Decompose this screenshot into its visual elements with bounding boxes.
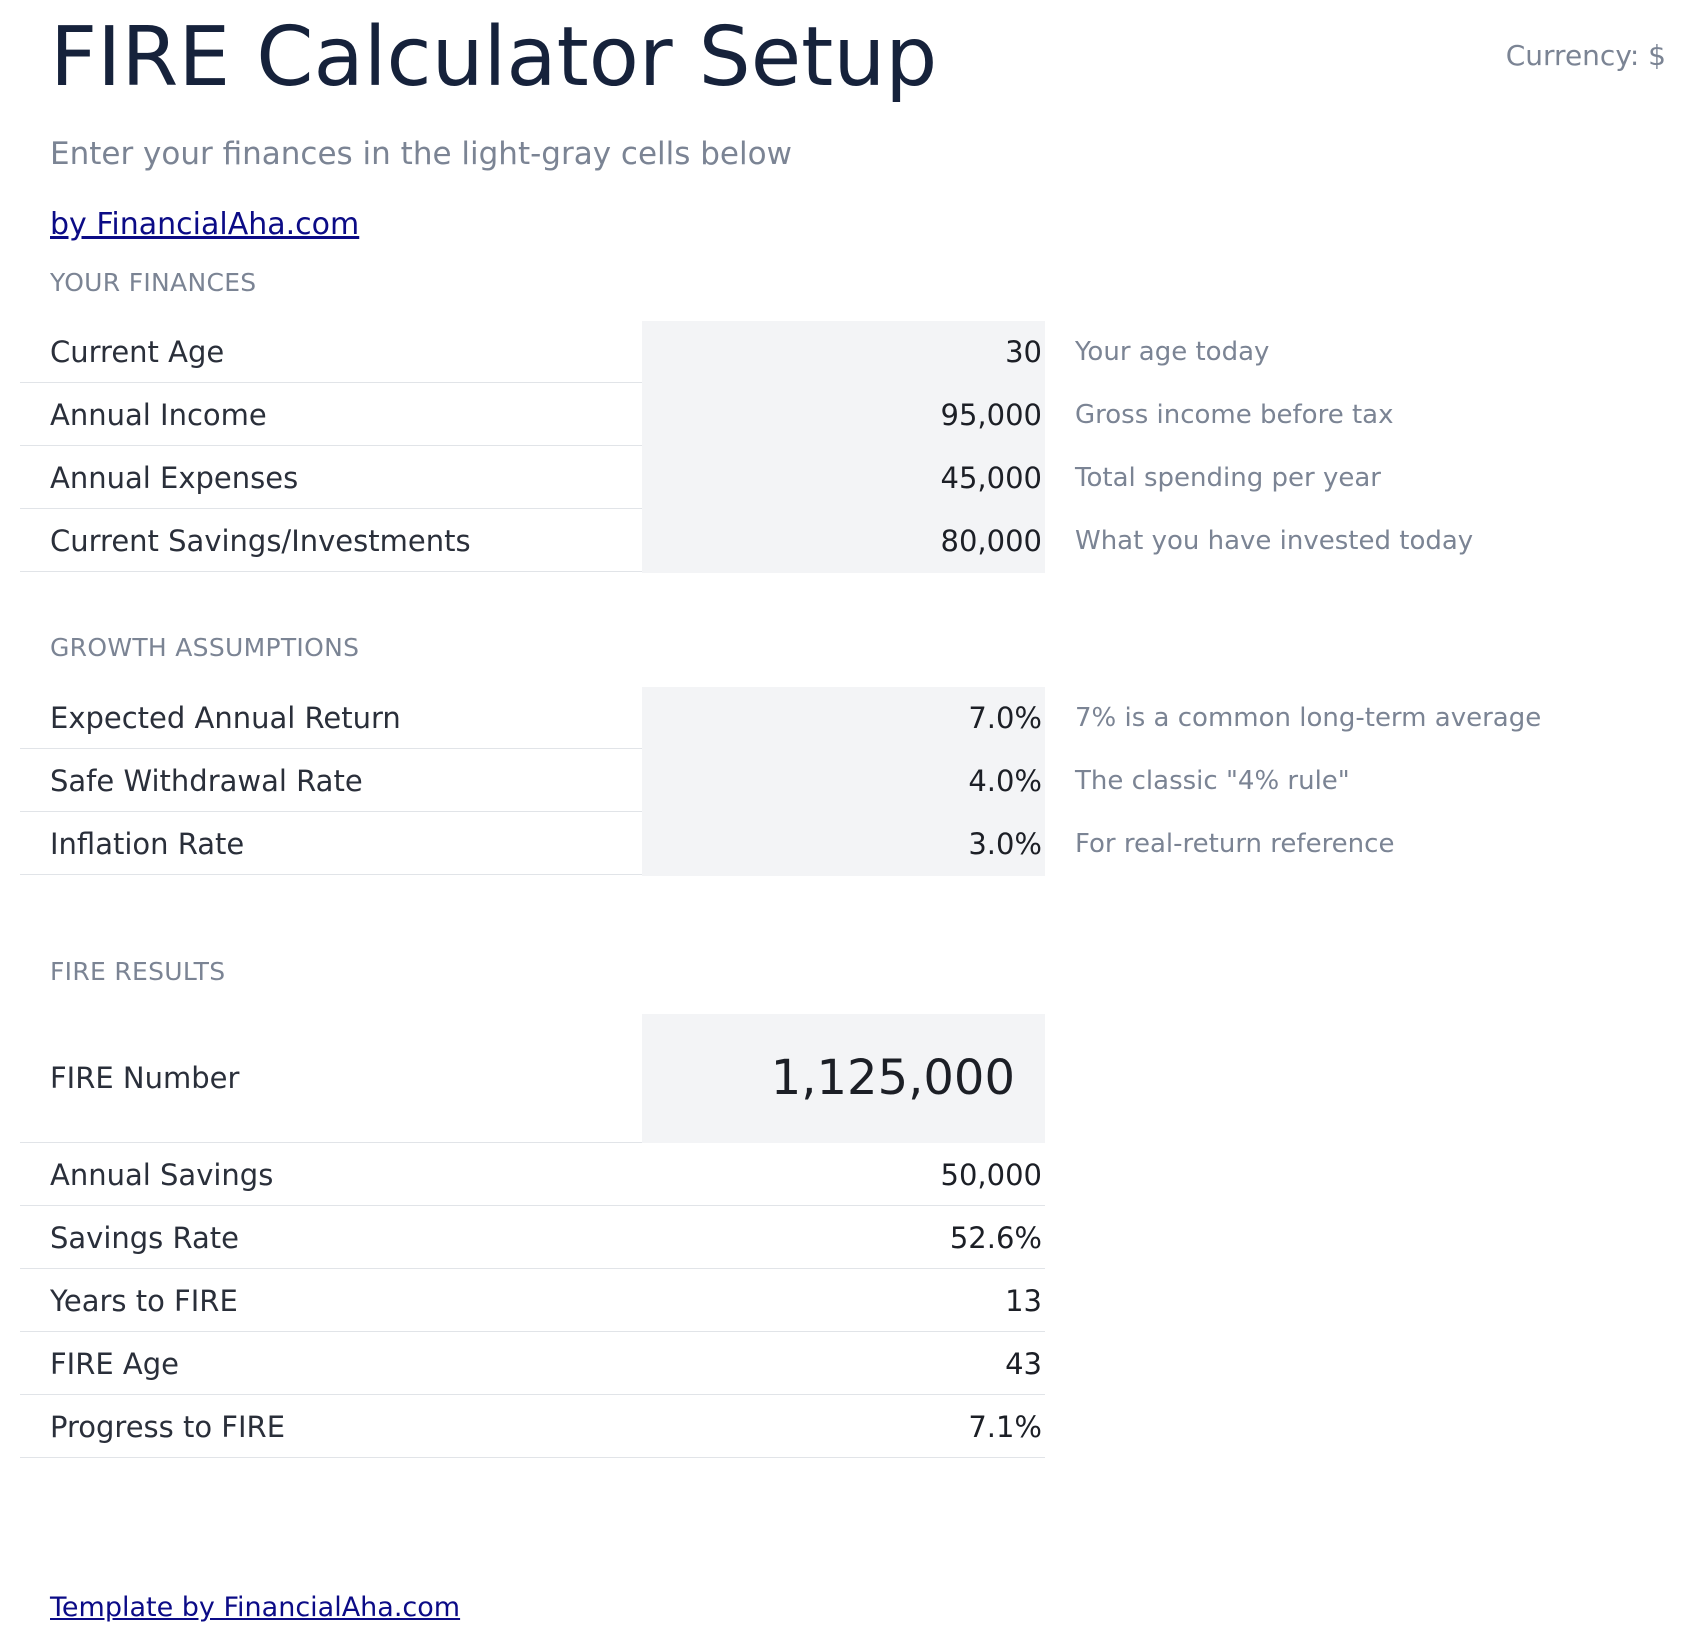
section-heading-growth-assumptions: GROWTH ASSUMPTIONS xyxy=(50,633,360,662)
row-label: Expected Annual Return xyxy=(20,687,642,749)
row-note: For real-return reference xyxy=(1075,829,1395,859)
row-label: Annual Income xyxy=(20,384,642,446)
inflation-rate-input-cell[interactable]: 3.0% xyxy=(642,813,1045,876)
annual-savings-value: 50,000 xyxy=(940,1158,1042,1192)
progress-to-fire-value: 7.1% xyxy=(968,1410,1042,1444)
table-row: Progress to FIRE 7.1% xyxy=(20,1396,1045,1459)
savings-rate-value: 52.6% xyxy=(949,1221,1042,1255)
table-row: Years to FIRE 13 xyxy=(20,1270,1045,1333)
fire-age-value: 43 xyxy=(1005,1347,1042,1381)
fire-number-value: 1,125,000 xyxy=(642,1014,1045,1143)
currency-label: Currency: $ xyxy=(1505,39,1666,72)
row-note: Your age today xyxy=(1075,337,1270,367)
section-heading-your-finances: YOUR FINANCES xyxy=(50,268,257,297)
current-age-input-cell[interactable]: 30 xyxy=(642,321,1045,384)
finances-table: Current Age 30 Your age today Annual Inc… xyxy=(20,321,1473,573)
section-heading-fire-results: FIRE RESULTS xyxy=(50,957,226,986)
page-title: FIRE Calculator Setup xyxy=(50,10,938,105)
row-label: Current Age xyxy=(20,321,642,383)
table-row: Inflation Rate 3.0% For real-return refe… xyxy=(20,813,1394,876)
table-row: Current Savings/Investments 80,000 What … xyxy=(20,510,1473,573)
footer-link[interactable]: Template by FinancialAha.com xyxy=(50,1589,460,1627)
row-note: Gross income before tax xyxy=(1075,400,1394,430)
table-row: Savings Rate 52.6% xyxy=(20,1207,1045,1270)
withdrawal-rate-input-cell[interactable]: 4.0% xyxy=(642,750,1045,813)
row-label: Current Savings/Investments xyxy=(20,510,642,572)
growth-table: Expected Annual Return 7.0% 7% is a comm… xyxy=(20,687,1541,876)
row-note: The classic "4% rule" xyxy=(1075,766,1350,796)
row-label: Safe Withdrawal Rate xyxy=(20,750,642,812)
row-label: Inflation Rate xyxy=(20,813,642,875)
current-savings-input-cell[interactable]: 80,000 xyxy=(642,510,1045,573)
table-row: Current Age 30 Your age today xyxy=(20,321,1269,384)
years-to-fire-value: 13 xyxy=(1005,1284,1042,1318)
table-row: Annual Expenses 45,000 Total spending pe… xyxy=(20,447,1381,510)
row-label: FIRE Number xyxy=(20,1014,642,1143)
row-note: What you have invested today xyxy=(1075,526,1474,556)
table-row: FIRE Age 43 xyxy=(20,1333,1045,1396)
expected-return-input-cell[interactable]: 7.0% xyxy=(642,687,1045,750)
table-row: Expected Annual Return 7.0% 7% is a comm… xyxy=(20,687,1541,750)
table-row: FIRE Number 1,125,000 xyxy=(20,1014,1045,1144)
row-note: Total spending per year xyxy=(1075,463,1381,493)
row-label: Annual Expenses xyxy=(20,447,642,509)
page-subtitle: Enter your finances in the light-gray ce… xyxy=(50,136,792,172)
table-row: Safe Withdrawal Rate 4.0% The classic "4… xyxy=(20,750,1350,813)
annual-income-input-cell[interactable]: 95,000 xyxy=(642,384,1045,447)
table-row: Annual Income 95,000 Gross income before… xyxy=(20,384,1393,447)
table-row: Annual Savings 50,000 xyxy=(20,1144,1045,1207)
annual-expenses-input-cell[interactable]: 45,000 xyxy=(642,447,1045,510)
row-note: 7% is a common long-term average xyxy=(1075,703,1542,733)
byline-link[interactable]: by FinancialAha.com xyxy=(50,205,359,245)
results-table: FIRE Number 1,125,000 Annual Savings 50,… xyxy=(20,1014,1045,1459)
